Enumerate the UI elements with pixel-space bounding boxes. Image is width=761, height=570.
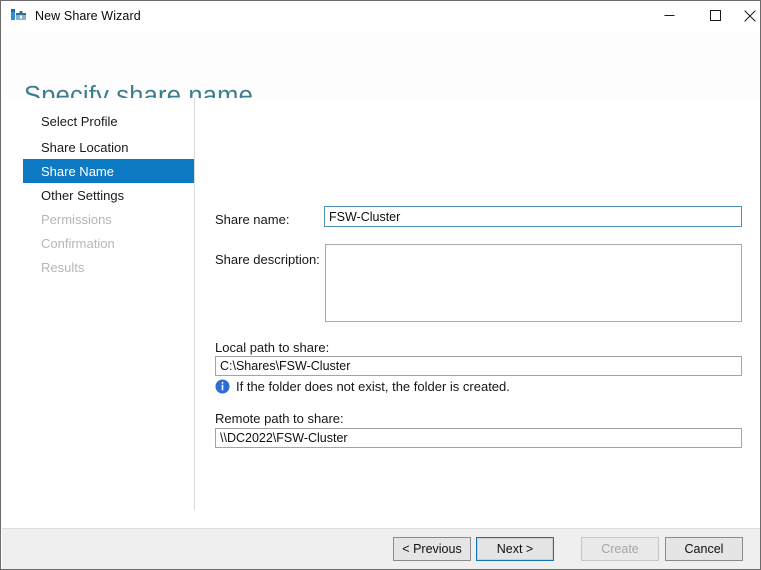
close-button[interactable] [738, 1, 760, 30]
info-icon [215, 379, 230, 394]
minimize-button[interactable] [646, 1, 692, 30]
sidebar-item-share-name[interactable]: Share Name [23, 159, 194, 183]
minimize-icon [664, 15, 674, 16]
wizard-footer: < Previous Next > Create Cancel [2, 529, 760, 569]
folder-creation-hint: If the folder does not exist, the folder… [215, 379, 510, 394]
header-band: Specify share name [2, 31, 760, 110]
wizard-body: Select Profile Share Location Share Name… [2, 98, 760, 528]
close-icon [744, 9, 756, 22]
cancel-button[interactable]: Cancel [665, 537, 743, 561]
share-description-label: Share description: [215, 252, 320, 267]
local-path-label: Local path to share: [215, 340, 330, 355]
new-share-wizard-window: New Share Wizard Specify share name Sele… [0, 0, 761, 570]
sidebar-item-select-profile[interactable]: Select Profile [23, 109, 194, 133]
sidebar-item-confirmation: Confirmation [41, 235, 115, 251]
local-path-input[interactable]: C:\Shares\FSW-Cluster [215, 356, 742, 376]
sidebar-item-other-settings[interactable]: Other Settings [23, 183, 194, 207]
previous-button[interactable]: < Previous [393, 537, 471, 561]
wizard-step-sidebar: Select Profile Share Location Share Name… [2, 98, 195, 528]
sidebar-item-share-location[interactable]: Share Location [23, 135, 194, 159]
sidebar-item-results: Results [41, 259, 85, 275]
share-name-label: Share name: [215, 212, 290, 227]
sidebar-divider [194, 98, 195, 510]
title-bar: New Share Wizard [1, 1, 760, 31]
next-button[interactable]: Next > [476, 537, 554, 561]
share-name-form: Share name: FSW-Cluster Share descriptio… [214, 98, 744, 528]
create-button: Create [581, 537, 659, 561]
maximize-button[interactable] [692, 1, 738, 30]
remote-path-input[interactable]: \\DC2022\FSW-Cluster [215, 428, 742, 448]
window-title: New Share Wizard [35, 8, 141, 23]
share-name-input[interactable]: FSW-Cluster [324, 206, 742, 227]
sidebar-item-permissions: Permissions [41, 211, 112, 227]
share-wizard-icon [10, 8, 27, 24]
share-description-input[interactable] [325, 244, 742, 322]
folder-creation-hint-text: If the folder does not exist, the folder… [236, 379, 510, 394]
remote-path-label: Remote path to share: [215, 411, 344, 426]
maximize-icon [709, 10, 721, 21]
